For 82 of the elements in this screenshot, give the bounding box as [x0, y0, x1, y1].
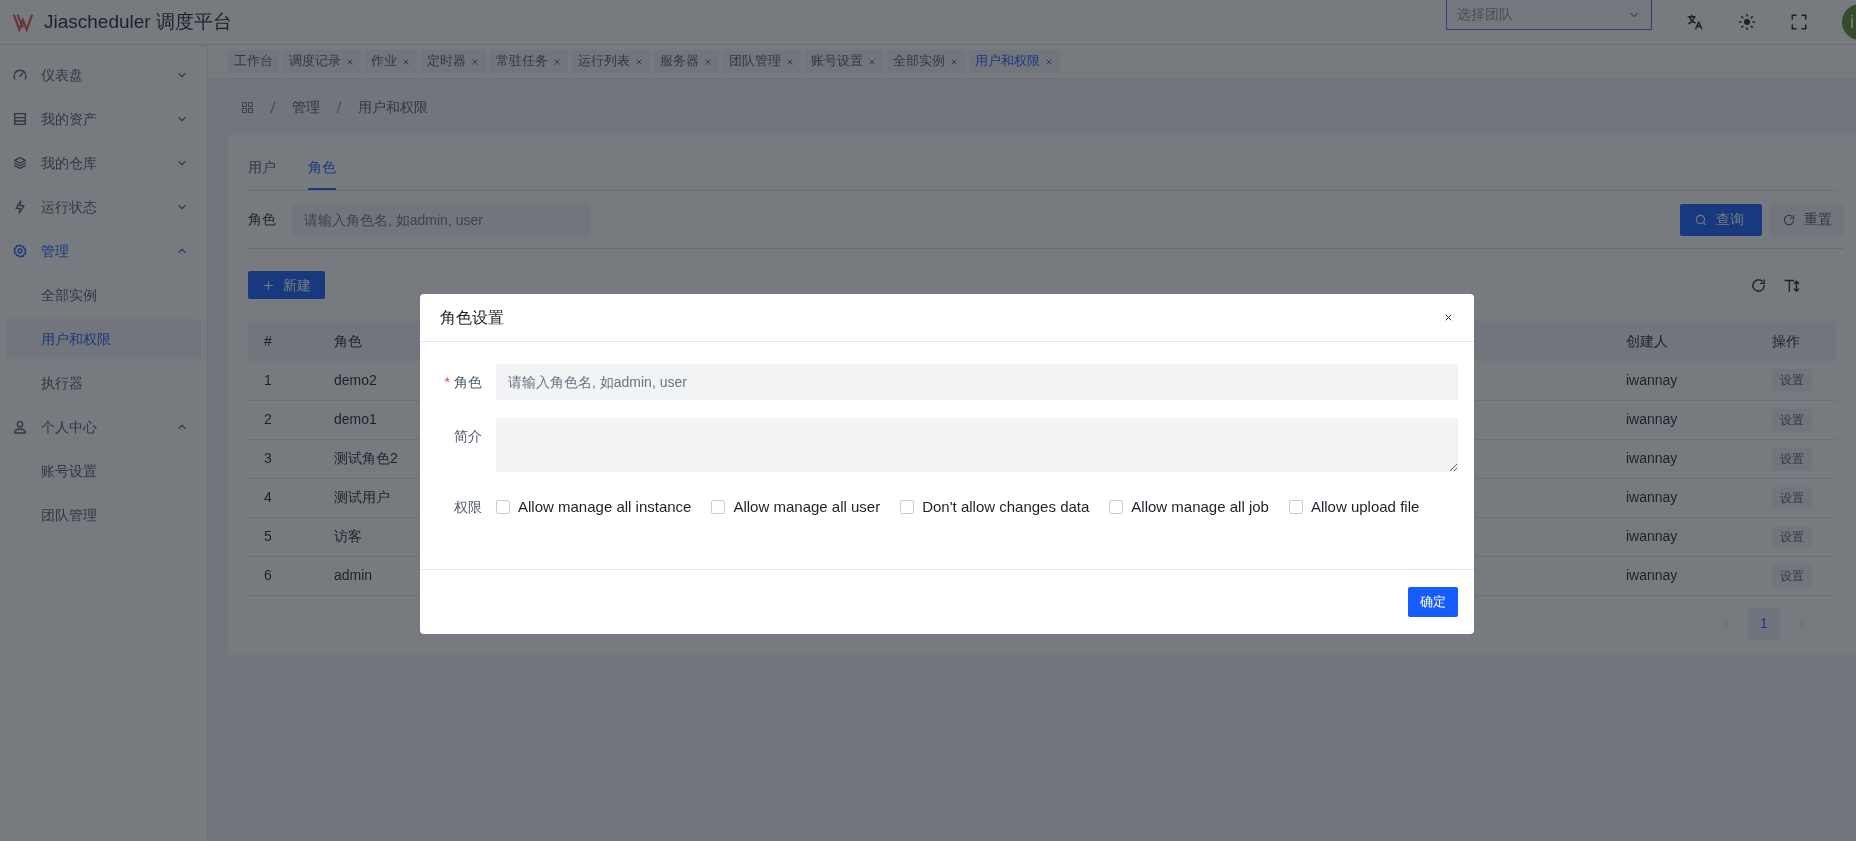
avatar[interactable]: i — [1842, 4, 1856, 40]
page-tab[interactable]: 角色 — [308, 143, 336, 190]
table-cell: 3 — [248, 439, 318, 478]
filter-label: 角色 — [248, 210, 276, 229]
table-cell: 1 — [248, 361, 318, 400]
fullscreen-icon[interactable] — [1790, 13, 1808, 31]
table-cell: iwannay — [1610, 478, 1756, 517]
create-button[interactable]: 新建 — [248, 271, 325, 299]
checkbox-label: Allow manage all job — [1131, 497, 1269, 517]
checkbox[interactable] — [711, 500, 726, 515]
sidebar-item[interactable]: 我的资产 — [6, 99, 201, 139]
search-icon — [1694, 212, 1708, 227]
checkbox[interactable] — [496, 500, 510, 515]
plus-icon — [262, 278, 275, 292]
sidebar-item[interactable]: 我的仓库 — [6, 143, 201, 183]
table-cell: iwannay — [1610, 439, 1756, 478]
column-header: 操作 — [1756, 321, 1836, 361]
open-tab[interactable]: 账号设置 — [805, 50, 883, 73]
close-icon[interactable] — [1443, 312, 1454, 323]
sidebar-item[interactable]: 全部实例 — [6, 275, 201, 315]
sidebar-item[interactable]: 运行状态 — [6, 187, 201, 227]
slash-icon — [336, 100, 342, 114]
page-button[interactable]: 1 — [1748, 607, 1780, 640]
refresh-icon[interactable] — [1750, 276, 1767, 294]
open-tab[interactable]: 工作台 — [228, 50, 279, 73]
table-cell: iwannay — [1610, 400, 1756, 439]
checkbox[interactable] — [1288, 500, 1303, 515]
app-title: Jiascheduler 调度平台 — [44, 9, 232, 34]
logo-icon — [10, 11, 36, 33]
sidebar-item[interactable]: 账号设置 — [6, 451, 201, 491]
refresh-icon — [1782, 212, 1796, 227]
checkbox-label: Allow upload file — [1310, 497, 1420, 517]
description-field[interactable] — [496, 418, 1458, 472]
open-tab[interactable]: 运行列表 — [572, 50, 650, 73]
table-cell: 2 — [248, 400, 318, 439]
open-tab[interactable]: 调度记录 — [283, 50, 361, 73]
column-header: # — [248, 321, 318, 361]
table-cell: 6 — [248, 556, 318, 595]
checkbox-label: Don't allow changes data — [922, 497, 1090, 517]
bolt-icon — [12, 199, 28, 215]
open-tab[interactable]: 团队管理 — [723, 50, 801, 73]
table-cell: iwannay — [1610, 556, 1756, 595]
checkbox[interactable] — [900, 500, 915, 515]
open-tab[interactable]: 常驻任务 — [490, 50, 568, 73]
open-tab[interactable]: 用户和权限 — [969, 50, 1060, 73]
sidebar-item[interactable]: 用户和权限 — [6, 319, 201, 359]
grid-icon — [241, 100, 254, 114]
field-label: 角色 — [454, 373, 482, 392]
breadcrumb-item[interactable]: 管理 — [292, 96, 320, 118]
sidebar-item[interactable]: 管理 — [6, 231, 201, 271]
sidebar-item[interactable]: 执行器 — [6, 363, 201, 403]
open-tab[interactable]: 作业 — [365, 50, 417, 73]
reset-button[interactable]: 重置 — [1770, 203, 1844, 236]
checkbox-label: Allow manage all user — [733, 497, 881, 517]
checkbox-label: Allow manage all instance — [518, 497, 692, 517]
open-tab[interactable]: 定时器 — [421, 50, 486, 73]
required-mark: * — [444, 373, 450, 392]
layers-icon — [12, 155, 28, 171]
page-tab[interactable]: 用户 — [248, 143, 276, 190]
column-header: 创建人 — [1610, 321, 1756, 361]
sun-icon[interactable] — [1738, 13, 1756, 31]
user-icon — [12, 419, 28, 435]
breadcrumb-item[interactable]: 用户和权限 — [358, 96, 428, 118]
table-cell: iwannay — [1610, 517, 1756, 556]
field-label: 权限 — [454, 497, 482, 517]
settings-icon — [12, 243, 28, 259]
confirm-button[interactable]: 确定 — [1408, 586, 1458, 617]
table-cell: 4 — [248, 478, 318, 517]
open-tab[interactable]: 服务器 — [654, 50, 719, 73]
list-icon — [12, 111, 28, 127]
table-cell: 5 — [248, 517, 318, 556]
sidebar-item[interactable]: 团队管理 — [6, 495, 201, 535]
sidebar-item[interactable]: 个人中心 — [6, 407, 201, 447]
slash-icon — [270, 100, 276, 114]
role-name-field[interactable]: 请输入角色名, 如admin, user — [496, 364, 1458, 400]
checkbox[interactable] — [1109, 500, 1124, 515]
table-cell: iwannay — [1610, 361, 1756, 400]
gauge-icon — [12, 67, 28, 83]
translate-icon[interactable] — [1686, 13, 1704, 31]
query-button[interactable]: 查询 — [1680, 203, 1762, 236]
open-tab[interactable]: 全部实例 — [887, 50, 965, 73]
sidebar-item[interactable]: 仪表盘 — [6, 55, 201, 95]
